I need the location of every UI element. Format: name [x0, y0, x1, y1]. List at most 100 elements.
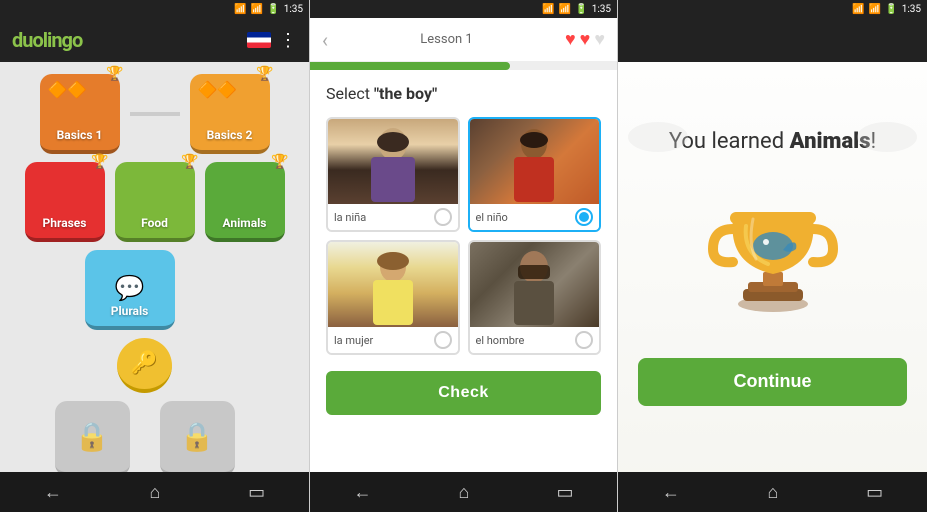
home-nav-btn-2[interactable]: ⌂	[443, 476, 486, 509]
signal-icon: 📶	[251, 4, 263, 15]
battery-icon-3: 🔋	[885, 4, 897, 15]
trophy-svg	[698, 174, 848, 324]
status-bar-2: 📶 📶 🔋 1:35	[310, 0, 617, 18]
app-header: duolingo ⋮	[0, 18, 309, 62]
skill-food[interactable]: 🏆 Food	[115, 162, 195, 242]
skill-basics2[interactable]: 🏆 🔶🔶 Basics 2	[190, 74, 270, 154]
skill-plurals[interactable]: 💬 Plurals	[85, 250, 175, 330]
skill-phrases-label: Phrases	[43, 216, 87, 230]
battery-icon-2: 🔋	[575, 4, 587, 15]
trophy-icon-3: 🏆	[91, 154, 108, 170]
header-actions: ⋮	[247, 30, 297, 51]
choice-1-label-row: la niña	[328, 204, 458, 230]
select-prompt: Select "the boy"	[326, 84, 601, 103]
check-button[interactable]: Check	[326, 371, 601, 415]
time-3: 1:35	[902, 4, 921, 15]
choice-el-hombre[interactable]: el hombre	[468, 240, 602, 355]
victory-panel: 📶 📶 🔋 1:35 You learned Animals!	[618, 0, 927, 512]
status-bar-3: 📶 📶 🔋 1:35	[618, 0, 927, 18]
skill-animals[interactable]: 🏆 Animals	[205, 162, 285, 242]
language-flag[interactable]	[247, 32, 271, 48]
choice-la-nina[interactable]: la niña	[326, 117, 460, 232]
choice-4-label-row: el hombre	[470, 327, 600, 353]
prompt-quoted: "the boy"	[374, 84, 437, 103]
signal-icon-3: 📶	[869, 4, 881, 15]
back-nav-btn-3[interactable]: ←	[646, 476, 696, 509]
choice-el-nino[interactable]: el niño	[468, 117, 602, 232]
lesson-title: Lesson 1	[420, 32, 472, 47]
bottom-nav-1: ← ⌂ ▭	[0, 472, 309, 512]
skill-animals-label: Animals	[223, 216, 267, 230]
locked-row: 🔒 🔒	[55, 401, 235, 472]
radio-2[interactable]	[575, 208, 593, 226]
wifi-icon-2: 📶	[542, 4, 554, 15]
clouds-decoration	[618, 122, 927, 152]
signal-icon-2: 📶	[559, 4, 571, 15]
victory-body: You learned Animals!	[618, 62, 927, 472]
skills-map: 🏆 🔶🔶 Basics 1 🏆 🔶🔶 Basics 2 🏆 Phrases 🏆 …	[0, 62, 309, 472]
trophy-icon: 🏆	[106, 66, 123, 82]
home-nav-btn-3[interactable]: ⌂	[752, 476, 795, 509]
progress-bar	[310, 62, 617, 70]
lesson-panel: 📶 📶 🔋 1:35 ‹ Lesson 1 ♥ ♥ ♥ Select "the …	[309, 0, 618, 512]
app-logo: duolingo	[12, 28, 82, 52]
skill-basics1-label: Basics 1	[57, 128, 103, 142]
home-nav-btn[interactable]: ⌂	[134, 476, 177, 509]
skill-row-2: 🏆 Phrases 🏆 Food 🏆 Animals	[25, 162, 285, 242]
photo-la-nina	[328, 119, 458, 204]
skill-plurals-label: Plurals	[111, 304, 149, 318]
skill-phrases[interactable]: 🏆 Phrases	[25, 162, 105, 242]
prompt-prefix: Select	[326, 84, 374, 103]
skill-row-3: 💬 Plurals	[85, 250, 175, 330]
hearts-display: ♥ ♥ ♥	[565, 29, 605, 50]
choice-3-label: la mujer	[334, 334, 373, 347]
radio-4[interactable]	[575, 331, 593, 349]
recents-nav-btn-3[interactable]: ▭	[850, 476, 899, 509]
choice-2-label: el niño	[476, 211, 508, 224]
locked-skill[interactable]: 🔑	[117, 338, 172, 393]
plurals-icon: 💬	[115, 274, 145, 302]
heart-3: ♥	[594, 29, 605, 50]
choice-1-label: la niña	[334, 211, 366, 224]
recents-nav-btn[interactable]: ▭	[232, 476, 281, 509]
radio-3[interactable]	[434, 331, 452, 349]
choice-2-label-row: el niño	[470, 204, 600, 230]
back-nav-btn[interactable]: ←	[28, 476, 78, 509]
skill-row-1: 🏆 🔶🔶 Basics 1 🏆 🔶🔶 Basics 2	[40, 74, 270, 154]
cloud-right	[857, 122, 917, 152]
skill-food-label: Food	[141, 216, 168, 230]
recents-nav-btn-2[interactable]: ▭	[540, 476, 589, 509]
cloud-left	[628, 122, 688, 152]
wifi-icon-3: 📶	[852, 4, 864, 15]
status-bar-1: 📶 📶 🔋 1:35	[0, 0, 309, 18]
logo-text: duolingo	[12, 28, 82, 52]
radio-1[interactable]	[434, 208, 452, 226]
trophy-icon-5: 🏆	[271, 154, 288, 170]
photo-el-hombre	[470, 242, 600, 327]
continue-button[interactable]: Continue	[638, 358, 907, 406]
time-2: 1:35	[592, 4, 611, 15]
choice-4-label: el hombre	[476, 334, 525, 347]
lesson-body: Select "the boy" la niña	[310, 70, 617, 472]
heart-2: ♥	[580, 29, 591, 50]
photo-el-nino	[470, 119, 600, 204]
more-options-icon[interactable]: ⋮	[279, 30, 297, 51]
locked-skill-2: 🔒	[160, 401, 235, 472]
crown-icon-2: 🔶🔶	[198, 80, 238, 99]
trophy-icon-4: 🏆	[181, 154, 198, 170]
bottom-nav-2: ← ⌂ ▭	[310, 472, 617, 512]
back-nav-btn-2[interactable]: ←	[338, 476, 388, 509]
lock-row: 🔑	[117, 338, 172, 393]
skill-basics1[interactable]: 🏆 🔶🔶 Basics 1	[40, 74, 120, 154]
progress-fill	[310, 62, 510, 70]
choice-la-mujer[interactable]: la mujer	[326, 240, 460, 355]
crown-icon: 🔶🔶	[48, 80, 88, 99]
lesson-back-btn[interactable]: ‹	[322, 28, 328, 52]
skills-panel: 📶 📶 🔋 1:35 duolingo ⋮ 🏆 🔶🔶 Basics 1 🏆 🔶🔶	[0, 0, 309, 512]
trophy-display	[698, 174, 848, 328]
bottom-nav-3: ← ⌂ ▭	[618, 472, 927, 512]
time-1: 1:35	[284, 4, 303, 15]
battery-icon: 🔋	[267, 4, 279, 15]
victory-top-bar	[618, 18, 927, 62]
trophy-icon-2: 🏆	[256, 66, 273, 82]
